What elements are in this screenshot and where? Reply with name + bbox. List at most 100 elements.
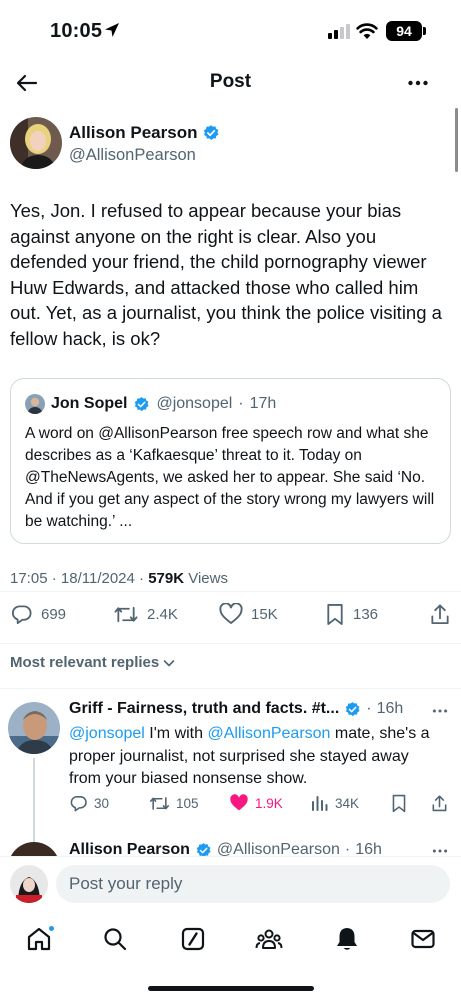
quoted-author-name: Jon Sopel	[51, 395, 128, 412]
post-date: 18/11/2024	[60, 570, 135, 587]
reply-actions: 30 105 1.9K 34K	[69, 794, 451, 818]
repost-icon	[150, 797, 169, 810]
tab-notifications[interactable]	[330, 922, 364, 956]
post-author: Allison Pearson @AllisonPearson	[10, 117, 450, 171]
page-title: Post	[209, 71, 252, 92]
share-icon	[431, 604, 449, 625]
mention-link[interactable]: @AllisonPearson	[207, 725, 330, 742]
like-count: 15K	[251, 605, 278, 623]
home-indicator[interactable]	[148, 986, 314, 991]
status-time: 10:05	[50, 20, 103, 42]
reply-repost-button[interactable]: 105	[149, 794, 199, 813]
avatar[interactable]	[10, 117, 62, 169]
meta-separator: ·	[51, 570, 57, 587]
replies-sort-dropdown[interactable]: Most relevant replies	[10, 654, 176, 671]
reply-views-button[interactable]: 34K	[311, 794, 359, 812]
reply-more-button[interactable]	[431, 702, 449, 725]
reply-header: Griff - Fairness, truth and facts. #t...…	[69, 700, 403, 718]
reply-like-button[interactable]: 1.9K	[229, 794, 283, 812]
location-arrow-icon	[104, 22, 120, 43]
reply-like-count: 1.9K	[255, 795, 283, 811]
post-actions: 699 2.4K 15K 136	[0, 603, 461, 633]
tab-search[interactable]	[98, 922, 132, 956]
reply-separator: ·	[366, 700, 372, 717]
notification-dot	[48, 925, 55, 932]
reply-text-part: I'm with	[144, 725, 208, 742]
post-header: Post	[0, 62, 461, 104]
reply-count: 699	[41, 606, 67, 623]
scrollbar[interactable]	[455, 108, 458, 172]
more-options-button[interactable]	[401, 66, 435, 100]
tab-communities[interactable]	[252, 922, 286, 956]
reply-icon	[11, 605, 32, 625]
share-button[interactable]	[429, 603, 451, 626]
status-bar: 10:05 94	[0, 0, 461, 62]
reply-reply-count: 30	[94, 796, 110, 811]
quoted-time: 17h	[249, 395, 277, 412]
avatar[interactable]	[10, 865, 48, 903]
quoted-post[interactable]: Jon Sopel @jonsopel · 17h A word on @All…	[10, 378, 451, 544]
bookmark-icon	[327, 604, 343, 625]
reply-text: @jonsopel I'm with @AllisonPearson mate,…	[69, 723, 439, 791]
post-timestamp: 17:05 · 18/11/2024 · 579K Views	[10, 570, 228, 587]
thread-line	[33, 758, 35, 850]
like-button[interactable]: 15K	[219, 603, 278, 625]
verified-badge-icon	[204, 125, 219, 140]
share-icon	[432, 795, 447, 812]
reply-input[interactable]: Post your reply	[56, 865, 450, 903]
mail-icon	[411, 929, 435, 949]
reply-views-count: 34K	[335, 795, 360, 811]
author-handle[interactable]: @AllisonPearson	[69, 146, 196, 165]
quoted-author-handle: @jonsopel	[156, 395, 233, 412]
replies-sort-label: Most relevant replies	[10, 654, 160, 671]
tab-grok[interactable]	[176, 922, 210, 956]
divider	[0, 643, 461, 644]
post-time: 17:05	[10, 570, 48, 587]
repost-button[interactable]: 2.4K	[113, 603, 178, 626]
reply-author-name[interactable]: Griff - Fairness, truth and facts. #t...	[69, 700, 339, 718]
views-chart-icon	[312, 796, 328, 811]
avatar[interactable]	[8, 702, 60, 754]
more-horizontal-icon	[432, 709, 448, 713]
quoted-post-text: A word on @AllisonPearson free speech ro…	[25, 425, 435, 530]
heart-filled-icon	[230, 794, 248, 811]
reply-composer: Post your reply	[0, 856, 461, 912]
more-horizontal-icon	[408, 80, 428, 86]
repost-icon	[114, 606, 138, 623]
author-name-text: Allison Pearson	[69, 123, 198, 142]
author-name[interactable]: Allison Pearson	[69, 123, 220, 143]
grok-icon	[181, 927, 205, 951]
reply-button[interactable]: 699	[10, 603, 66, 626]
reply-post[interactable]: Griff - Fairness, truth and facts. #t...…	[0, 690, 461, 850]
tab-messages[interactable]	[406, 922, 440, 956]
views-label: Views	[188, 570, 228, 587]
post-text: Yes, Jon. I refused to appear because yo…	[10, 200, 442, 349]
bell-filled-icon	[337, 928, 357, 950]
communities-icon	[255, 929, 283, 949]
bookmark-icon	[392, 794, 406, 813]
search-icon	[104, 928, 127, 951]
reply-reply-button[interactable]: 30	[69, 794, 109, 813]
divider	[0, 591, 461, 592]
bookmark-count: 136	[353, 606, 379, 623]
reply-bookmark-button[interactable]	[391, 794, 407, 813]
views-count: 579K	[148, 570, 185, 587]
battery-icon: 94	[386, 21, 426, 41]
quoted-post-header: Jon Sopel @jonsopel · 17h	[25, 394, 276, 414]
heart-icon	[219, 603, 243, 624]
mention-link[interactable]: @jonsopel	[69, 725, 145, 742]
chevron-down-icon	[163, 659, 175, 666]
tab-home[interactable]	[22, 922, 56, 956]
reply-repost-count: 105	[176, 796, 199, 811]
wifi-icon	[356, 22, 378, 45]
next-reply-post[interactable]: Allison Pearson @AllisonPearson · 16h	[0, 838, 461, 858]
cellular-signal-icon	[328, 24, 350, 39]
reply-icon	[70, 795, 87, 812]
meta-separator: ·	[139, 570, 145, 587]
quoted-avatar	[25, 394, 45, 414]
quoted-separator: ·	[238, 395, 244, 412]
reply-share-button[interactable]	[431, 794, 448, 813]
divider	[0, 688, 461, 689]
verified-badge-icon	[135, 396, 150, 411]
bookmark-button[interactable]: 136	[325, 603, 378, 626]
